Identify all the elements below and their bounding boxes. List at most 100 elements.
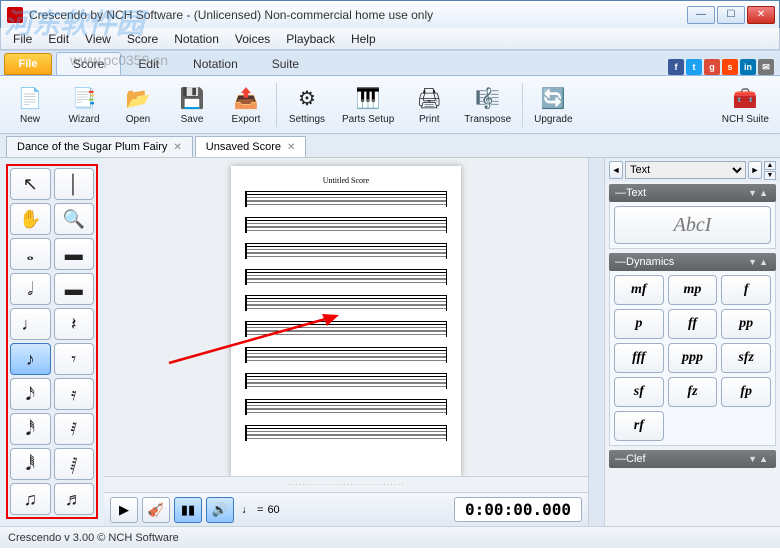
maximize-button[interactable]: ☐ [717, 6, 745, 24]
menu-playback[interactable]: Playback [278, 30, 343, 48]
dynamic-fff[interactable]: fff [614, 343, 664, 373]
upgrade-icon: 🔄 [539, 85, 567, 113]
menu-voices[interactable]: Voices [227, 30, 278, 48]
metronome-button[interactable]: ▮▮ [174, 497, 202, 523]
close-button[interactable]: ✕ [747, 6, 775, 24]
ribbon-tab-notation[interactable]: Notation [176, 52, 255, 75]
dynamic-mp[interactable]: mp [668, 275, 718, 305]
staff-line[interactable] [245, 217, 447, 233]
half-note[interactable]: 𝅗𝅥 [10, 273, 51, 305]
play-button[interactable]: ▶ [110, 497, 138, 523]
dynamic-ff[interactable]: ff [668, 309, 718, 339]
new-icon: 📄 [16, 85, 44, 113]
mail-icon[interactable]: ✉ [758, 59, 774, 75]
staff-line[interactable] [245, 425, 447, 441]
vertical-scrollbar[interactable] [588, 158, 604, 526]
doc-tab[interactable]: Dance of the Sugar Plum Fairy✕ [6, 136, 193, 157]
tempo-display[interactable]: ♩ = 60 [242, 504, 280, 516]
thirtysecond-rest[interactable]: 𝅀 [54, 413, 95, 445]
beam-eighth[interactable]: ♫ [10, 483, 51, 515]
thirtysecond-note[interactable]: 𝅘𝅥𝅰 [10, 413, 51, 445]
nch-suite-button[interactable]: 🧰NCH Suite [715, 79, 776, 131]
dynamic-pp[interactable]: pp [721, 309, 771, 339]
menu-notation[interactable]: Notation [166, 30, 227, 48]
quarter-rest[interactable]: 𝄽 [54, 308, 95, 340]
reddit-icon[interactable]: s [722, 59, 738, 75]
menu-view[interactable]: View [77, 30, 119, 48]
panel-next[interactable]: ► [748, 161, 762, 179]
panel-prev[interactable]: ◄ [609, 161, 623, 179]
doc-tab[interactable]: Unsaved Score✕ [195, 136, 307, 157]
instruments-button[interactable]: 🎻 [142, 497, 170, 523]
staff-line[interactable] [245, 347, 447, 363]
twitter-icon[interactable]: t [686, 59, 702, 75]
ribbon-tab-score[interactable]: Score [56, 52, 121, 75]
panel-down[interactable]: ▼ [764, 171, 776, 180]
sixteenth-rest[interactable]: 𝄿 [54, 378, 95, 410]
export-button[interactable]: 📤Export [220, 79, 272, 131]
staff-line[interactable] [245, 399, 447, 415]
dynamic-fp[interactable]: fp [721, 377, 771, 407]
ribbon-tab-suite[interactable]: Suite [255, 52, 316, 75]
dynamic-rf[interactable]: rf [614, 411, 664, 441]
panel-up[interactable]: ▲ [764, 161, 776, 170]
menu-file[interactable]: File [5, 30, 40, 48]
settings-button[interactable]: ⚙Settings [281, 79, 333, 131]
sixtyfourth-rest[interactable]: 𝅁 [54, 448, 95, 480]
open-button[interactable]: 📂Open [112, 79, 164, 131]
linkedin-icon[interactable]: in [740, 59, 756, 75]
minimize-button[interactable]: — [687, 6, 715, 24]
text-section-header[interactable]: — Text▼▲ [609, 184, 776, 202]
hand-tool[interactable]: ✋ [10, 203, 51, 235]
staff-line[interactable] [245, 295, 447, 311]
menu-help[interactable]: Help [343, 30, 384, 48]
score-canvas[interactable]: Untitled Score [104, 158, 588, 476]
wizard-button[interactable]: 📑Wizard [58, 79, 110, 131]
clef-section-header[interactable]: — Clef▼▲ [609, 450, 776, 468]
new-button[interactable]: 📄New [4, 79, 56, 131]
dynamic-f[interactable]: f [721, 275, 771, 305]
parts-setup-button[interactable]: 🎹Parts Setup [335, 79, 401, 131]
close-tab-icon[interactable]: ✕ [173, 142, 181, 153]
gplus-icon[interactable]: g [704, 59, 720, 75]
facebook-icon[interactable]: f [668, 59, 684, 75]
staff-line[interactable] [245, 321, 447, 337]
selection-tool[interactable]: ↖ [10, 168, 51, 200]
staff-line[interactable] [245, 191, 447, 207]
dynamic-sfz[interactable]: sfz [721, 343, 771, 373]
zoom-tool[interactable]: 🔍 [54, 203, 95, 235]
dynamic-p[interactable]: p [614, 309, 664, 339]
app-icon [7, 7, 23, 23]
barline-tool[interactable]: │ [54, 168, 95, 200]
menu-score[interactable]: Score [119, 30, 166, 48]
eighth-note[interactable]: ♪ [10, 343, 51, 375]
dynamic-sf[interactable]: sf [614, 377, 664, 407]
quarter-note[interactable]: ♩ [10, 308, 51, 340]
text-tool-button[interactable]: AbcI [614, 206, 771, 244]
staff-line[interactable] [245, 373, 447, 389]
dynamic-ppp[interactable]: ppp [668, 343, 718, 373]
save-button[interactable]: 💾Save [166, 79, 218, 131]
sound-button[interactable]: 🔊 [206, 497, 234, 523]
transpose-button[interactable]: 🎼Transpose [457, 79, 518, 131]
dynamics-section-header[interactable]: — Dynamics▼▲ [609, 253, 776, 271]
dynamic-fz[interactable]: fz [668, 377, 718, 407]
half-rest[interactable]: ▬ [54, 273, 95, 305]
sixtyfourth-note[interactable]: 𝅘𝅥𝅱 [10, 448, 51, 480]
file-button[interactable]: File [4, 53, 52, 75]
print-button[interactable]: 🖨Print [403, 79, 455, 131]
staff-line[interactable] [245, 269, 447, 285]
eighth-rest[interactable]: 𝄾 [54, 343, 95, 375]
settings-icon: ⚙ [293, 85, 321, 113]
ribbon-tab-edit[interactable]: Edit [121, 52, 176, 75]
beam-sixteenth[interactable]: ♬ [54, 483, 95, 515]
close-tab-icon[interactable]: ✕ [287, 142, 295, 153]
panel-selector[interactable]: Text [625, 161, 746, 179]
upgrade-button[interactable]: 🔄Upgrade [527, 79, 579, 131]
whole-rest[interactable]: ▬ [54, 238, 95, 270]
sixteenth-note[interactable]: 𝅘𝅥𝅯 [10, 378, 51, 410]
whole-note[interactable]: 𝅝 [10, 238, 51, 270]
dynamic-mf[interactable]: mf [614, 275, 664, 305]
staff-line[interactable] [245, 243, 447, 259]
menu-edit[interactable]: Edit [40, 30, 77, 48]
